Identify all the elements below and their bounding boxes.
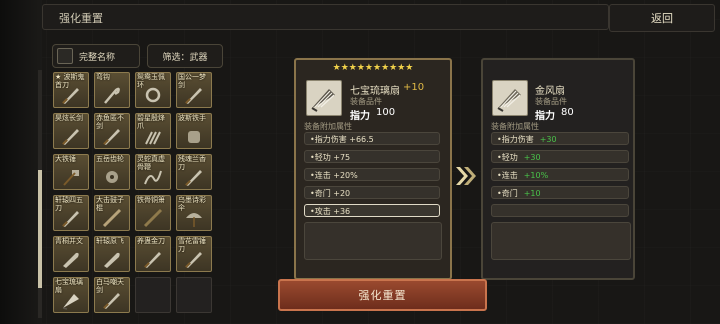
inventory-slot-label: 铁骨铜箫 xyxy=(137,196,165,204)
power-value: 100 xyxy=(376,107,396,118)
inventory-slot-label: 昊炫长剑 xyxy=(55,114,83,122)
inventory-slot[interactable]: 铁骨铜箫 xyxy=(135,195,171,231)
attr-row-selected[interactable]: •攻击 +36 xyxy=(304,204,440,217)
inventory-slot-label: 灵蛇真虚骨鞭 xyxy=(137,155,165,171)
reforge-button[interactable]: 强化重置 xyxy=(278,279,487,311)
attr-label: •轻功 xyxy=(497,153,518,162)
power-value: 80 xyxy=(561,107,574,118)
inventory-slot[interactable]: 赤鱼匿不剑 xyxy=(94,113,130,149)
item-name: 金风扇 xyxy=(535,86,565,97)
item-type: 装备品件 xyxy=(535,97,567,106)
checkbox[interactable] xyxy=(57,48,73,64)
inventory-slot[interactable]: 大击鼓子棍 xyxy=(94,195,130,231)
attr-row-empty xyxy=(491,204,629,217)
attr-row: •指力伤害 +30 xyxy=(491,132,629,145)
inventory-slot-label: 鸳鸯玉佩环 xyxy=(137,73,165,89)
inventory-slot-label: 波斯铁手 xyxy=(178,114,206,122)
arrow-right-icon xyxy=(456,167,476,185)
attr-value: +10 xyxy=(523,189,541,198)
attr-label: •指力伤害 xyxy=(497,135,534,144)
item-type: 装备品件 xyxy=(350,97,382,106)
inventory-slot-label: 轩辕原飞 xyxy=(96,237,124,245)
inventory-slot[interactable]: 雪花雷锤刀 xyxy=(176,236,212,272)
attr-row: •连击 +10% xyxy=(491,168,629,181)
back-button[interactable]: 返回 xyxy=(609,4,715,32)
inventory-slot[interactable]: ★ 波斯鬼首刀 xyxy=(53,72,89,108)
power-label: 指力 xyxy=(350,111,370,122)
attr-heading: 装备附加属性 xyxy=(304,122,352,131)
inventory-slot-label: 青桐并文 xyxy=(55,237,83,245)
inventory-slot-label: 赤鱼匿不剑 xyxy=(96,114,124,130)
inventory-slot-label: 轩辕四五刀 xyxy=(55,196,83,212)
inventory-slot-label: 国公一梦剑 xyxy=(178,73,206,89)
inventory-slot-label: 雪花雷锤刀 xyxy=(178,237,206,253)
inventory-slot-label: 大铁锤 xyxy=(55,155,76,163)
inventory-slot[interactable]: 白马嘲天剑 xyxy=(94,277,130,313)
attr-row[interactable]: •轻功 +75 xyxy=(304,150,440,163)
attr-label: •连击 xyxy=(497,171,518,180)
inventory-slot[interactable]: 七宝琉璃扇 xyxy=(53,277,89,313)
inventory-slot[interactable]: 弯钩 xyxy=(94,72,130,108)
filter-label: 筛选：武器 xyxy=(162,52,208,63)
scrollbar-thumb[interactable] xyxy=(38,170,42,288)
inventory-slot-label: 乌墨诗彩伞 xyxy=(178,196,206,212)
inventory-slot-label: 大击鼓子棍 xyxy=(96,196,124,212)
power-label: 指力 xyxy=(535,111,555,122)
left-edge xyxy=(0,0,42,324)
inventory-slot[interactable]: 青桐并文 xyxy=(53,236,89,272)
inventory-slot[interactable]: 轩辕四五刀 xyxy=(53,195,89,231)
page-title: 强化重置 xyxy=(59,12,103,25)
attr-row[interactable]: •连击 +20% xyxy=(304,168,440,181)
inventory-slot-label: 养蛊金刀 xyxy=(137,237,165,245)
attr-row[interactable]: •指力伤害 +66.5 xyxy=(304,132,440,145)
inventory-slot[interactable]: 乌墨诗彩伞 xyxy=(176,195,212,231)
full-name-toggle[interactable]: 完整名称 xyxy=(52,44,140,68)
inventory-slot-label: 白马嘲天剑 xyxy=(96,278,124,294)
filter-button[interactable]: 筛选：武器 xyxy=(147,44,223,68)
inventory-slot[interactable]: 五岳齿轮 xyxy=(94,154,130,190)
attr-label: •奇门 xyxy=(497,189,518,198)
inventory-slot[interactable]: 波斯铁手 xyxy=(176,113,212,149)
inventory-slot[interactable]: 养蛊金刀 xyxy=(135,236,171,272)
inventory-slot-label: 弯钩 xyxy=(96,73,110,81)
attr-value: +30 xyxy=(539,135,557,144)
attr-row: •奇门 +10 xyxy=(491,186,629,199)
attr-value: +10% xyxy=(523,171,549,180)
inventory-slot[interactable]: 灵蛇真虚骨鞭 xyxy=(135,154,171,190)
inventory-slot[interactable]: 轩辕原飞 xyxy=(94,236,130,272)
inventory-slot[interactable]: 残魂兰香刀 xyxy=(176,154,212,190)
attr-empty-slot xyxy=(304,222,442,260)
inventory-slot[interactable]: 碧星殷烽爪 xyxy=(135,113,171,149)
attr-row: •轻功 +30 xyxy=(491,150,629,163)
inventory-slot[interactable]: 鸳鸯玉佩环 xyxy=(135,72,171,108)
inventory-slot[interactable]: 国公一梦剑 xyxy=(176,72,212,108)
inventory-slot-label: 碧星殷烽爪 xyxy=(137,114,165,130)
inventory-slot-empty[interactable] xyxy=(176,277,212,313)
inventory-slot-label: ★ 波斯鬼首刀 xyxy=(55,73,85,89)
attr-empty-slot xyxy=(491,222,631,260)
inventory-slot[interactable]: 昊炫长剑 xyxy=(53,113,89,149)
attr-value: +30 xyxy=(523,153,541,162)
full-name-label: 完整名称 xyxy=(79,52,116,63)
inventory-slot[interactable]: 大铁锤 xyxy=(53,154,89,190)
current-item-panel: ★★★★★★★★★★ 七宝琉璃扇 +10 装备品件 指力 100 装备附加属性 … xyxy=(294,58,452,280)
attr-row[interactable]: •奇门 +20 xyxy=(304,186,440,199)
star-rating: ★★★★★★★★★★ xyxy=(332,63,414,73)
target-item-panel: 金风扇 装备品件 指力 80 装备附加属性 •指力伤害 +30 •轻功 +30 •连… xyxy=(481,58,635,280)
inventory-slot-label: 残魂兰香刀 xyxy=(178,155,206,171)
fan-icon xyxy=(492,80,528,116)
inventory-slot-label: 五岳齿轮 xyxy=(96,155,124,163)
item-name: 七宝琉璃扇 xyxy=(350,86,400,97)
title-bar: 强化重置 xyxy=(42,4,609,30)
attr-heading: 装备附加属性 xyxy=(491,122,539,131)
item-level: +10 xyxy=(403,82,425,93)
inventory-slot-label: 七宝琉璃扇 xyxy=(55,278,83,294)
inventory-slot-empty[interactable] xyxy=(135,277,171,313)
fan-icon xyxy=(306,80,342,116)
